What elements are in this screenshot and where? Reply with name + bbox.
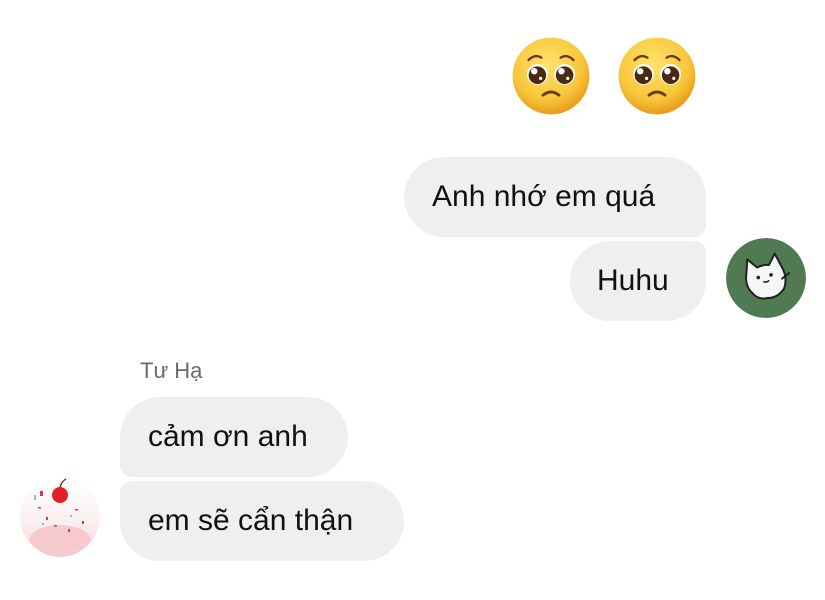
sender-name: Tư Hạ [140, 358, 203, 383]
received-message-bubble[interactable]: em sẽ cẩn thận [120, 481, 404, 561]
sender-avatar[interactable] [20, 477, 100, 557]
sent-message-bubble[interactable]: Huhu [570, 241, 706, 321]
message-text: Huhu [597, 264, 669, 297]
message-text: em sẽ cẩn thận [148, 504, 354, 537]
message-text: cảm ơn anh [148, 420, 308, 453]
pleading-face-emoji [512, 37, 590, 115]
received-message-bubble[interactable]: cảm ơn anh [120, 397, 348, 477]
sent-message-bubble[interactable]: Anh nhớ em quá [404, 157, 706, 237]
pleading-face-emoji [618, 37, 696, 115]
message-text: Anh nhớ em quá [432, 180, 656, 213]
my-avatar[interactable] [726, 238, 806, 318]
